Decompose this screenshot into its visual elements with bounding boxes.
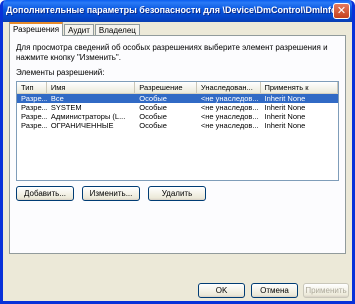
add-button[interactable]: Добавить... bbox=[16, 186, 74, 201]
title-bar[interactable]: Дополнительные параметры безопасности дл… bbox=[3, 0, 352, 22]
list-header: Тип Имя Разрешение Унаследован... Примен… bbox=[17, 82, 338, 94]
list-row[interactable]: Разре... Администраторы (L... Особые <не… bbox=[17, 112, 338, 121]
tab-strip: Разрешения Аудит Владелец bbox=[9, 22, 141, 36]
cell-name: SYSTEM bbox=[50, 103, 82, 112]
list-row[interactable]: Разре... ОГРАНИЧЕННЫЕ Особые <не унаслед… bbox=[17, 121, 338, 130]
cell-apply-to: Inherit None bbox=[264, 121, 306, 130]
cell-type: Разре... bbox=[21, 112, 47, 121]
column-header-permission[interactable]: Разрешение bbox=[135, 82, 197, 93]
cell-inherited: <не унаследов... bbox=[200, 103, 259, 112]
security-dialog-window: Дополнительные параметры безопасности дл… bbox=[0, 0, 355, 304]
close-icon: ✕ bbox=[336, 5, 347, 17]
remove-button[interactable]: Удалить bbox=[148, 186, 206, 201]
cell-name: ОГРАНИЧЕННЫЕ bbox=[50, 121, 114, 130]
cell-apply-to: Inherit None bbox=[264, 94, 306, 103]
cell-type: Разре... bbox=[21, 103, 47, 112]
cell-name: Администраторы (L... bbox=[50, 112, 126, 121]
cell-permission: Особые bbox=[139, 121, 167, 130]
list-row[interactable]: Разре... Все Особые <не унаследов... Inh… bbox=[17, 94, 338, 103]
list-row[interactable]: Разре... SYSTEM Особые <не унаследов... … bbox=[17, 103, 338, 112]
cancel-button[interactable]: Отмена bbox=[251, 283, 298, 298]
cell-permission: Особые bbox=[139, 94, 167, 103]
column-header-type[interactable]: Тип bbox=[17, 82, 47, 93]
apply-button[interactable]: Применить bbox=[303, 283, 349, 298]
cell-permission: Особые bbox=[139, 112, 167, 121]
cell-permission: Особые bbox=[139, 103, 167, 112]
tab-permissions[interactable]: Разрешения bbox=[9, 22, 64, 36]
ok-button[interactable]: OK bbox=[198, 283, 245, 298]
permission-entries-label: Элементы разрешений: bbox=[16, 68, 105, 77]
window-title: Дополнительные параметры безопасности дл… bbox=[6, 5, 337, 15]
column-header-apply-to[interactable]: Применять к bbox=[261, 82, 338, 93]
edit-button[interactable]: Изменить... bbox=[82, 186, 140, 201]
column-header-name[interactable]: Имя bbox=[47, 82, 136, 93]
cell-inherited: <не унаследов... bbox=[200, 121, 259, 130]
permissions-panel: Для просмотра сведений об особых разреше… bbox=[9, 35, 346, 254]
cell-inherited: <не унаследов... bbox=[200, 94, 259, 103]
column-header-inherited[interactable]: Унаследован... bbox=[197, 82, 261, 93]
cell-name: Все bbox=[50, 94, 64, 103]
permission-entries-list[interactable]: Тип Имя Разрешение Унаследован... Примен… bbox=[16, 81, 339, 181]
cell-apply-to: Inherit None bbox=[264, 103, 306, 112]
cell-type: Разре... bbox=[21, 121, 47, 130]
close-button[interactable]: ✕ bbox=[333, 3, 350, 19]
cell-inherited: <не унаследов... bbox=[200, 112, 259, 121]
cell-apply-to: Inherit None bbox=[264, 112, 306, 121]
cell-type: Разре... bbox=[21, 94, 47, 103]
instruction-text: Для просмотра сведений об особых разреше… bbox=[16, 43, 328, 62]
